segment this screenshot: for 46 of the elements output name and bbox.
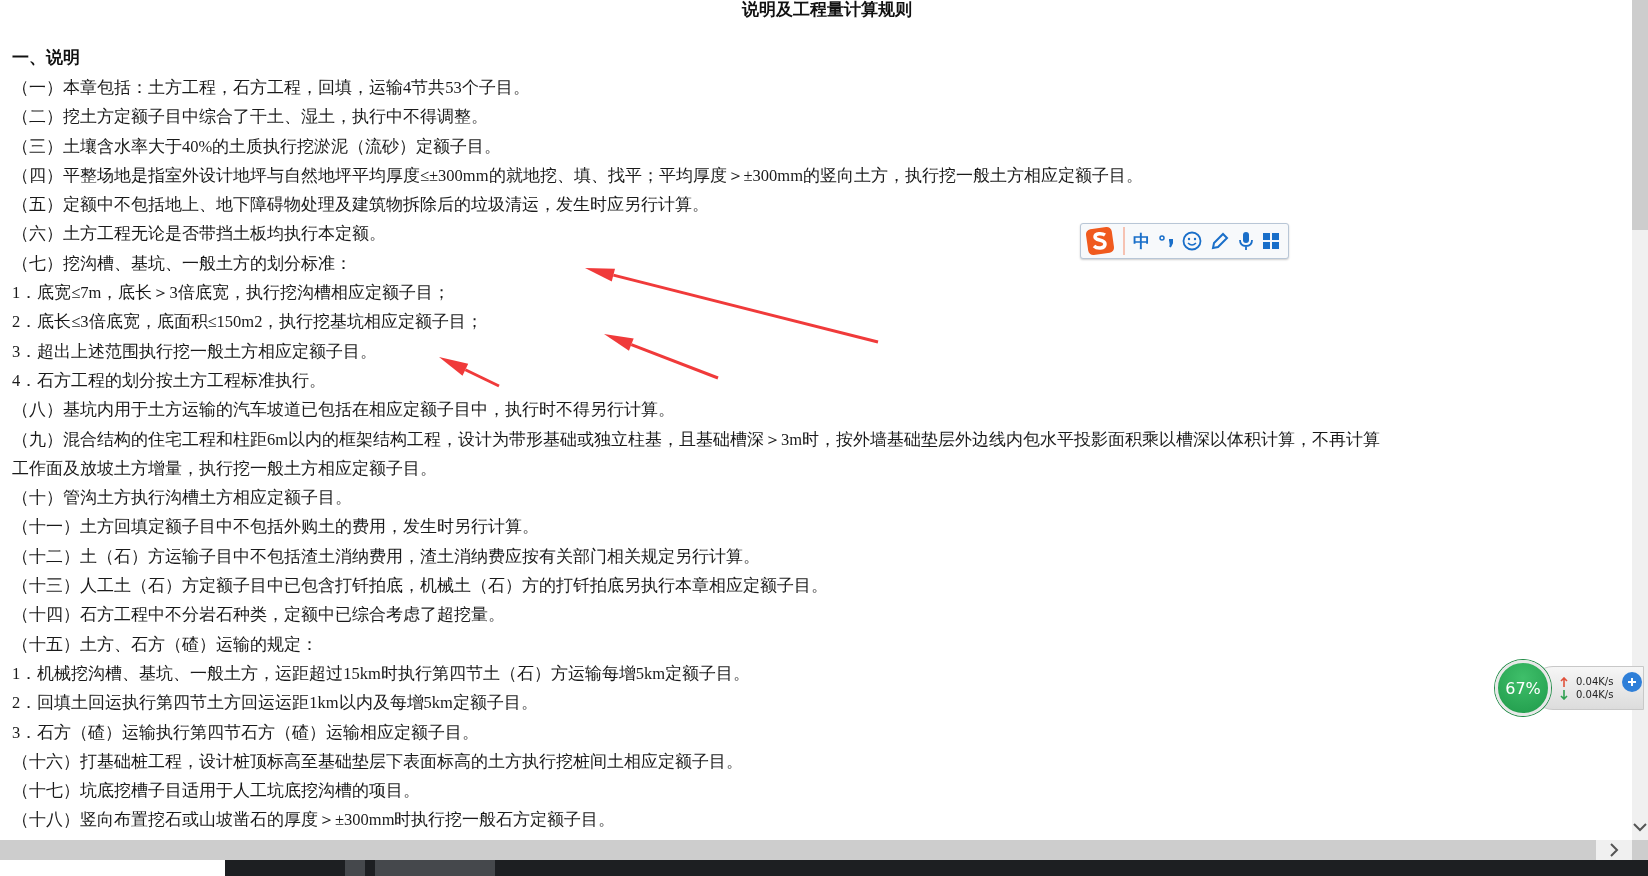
paragraph: （八）基坑内用于土方运输的汽车坡道已包括在相应定额子目中，执行时不得另行计算。 <box>12 400 675 420</box>
grid-icon[interactable] <box>1262 232 1280 250</box>
paragraph: （十六）打基础桩工程，设计桩顶标高至基础垫层下表面标高的土方执行挖桩间土相应定额子目。 <box>12 751 743 771</box>
paragraph: 2．底长≤3倍底宽，底面积≤150m2，执行挖基坑相应定额子目； <box>12 312 484 332</box>
punctuation-icon[interactable] <box>1158 233 1174 249</box>
paragraph: （十八）竖向布置挖石或山坡凿石的厚度＞±300mm时执行挖一般石方定额子目。 <box>12 810 616 830</box>
paragraph: 1．机械挖沟槽、基坑、一般土方，运距超过15km时执行第四节土（石）方运输每增5km定额子目。 <box>12 663 751 683</box>
document-title: 说明及工程量计算规则 <box>740 0 913 20</box>
scrollbar-thumb[interactable] <box>1632 0 1648 230</box>
paragraph: （十一）土方回填定额子目中不包括外购土的费用，发生时另行计算。 <box>12 517 539 537</box>
download-arrow-icon <box>1560 689 1568 700</box>
paragraph: （九）混合结构的住宅工程和柱距6m以内的框架结构工程，设计为带形基础或独立柱基，且基础槽深＞3m时，按外墙基础垫层外边线内包水平投影面积乘以槽深以体积计算，不再计算工作面及放坡土方增量，执行挖一般土方相应定额子目。 <box>12 429 1381 478</box>
paragraph: 2．回填土回运执行第四节土方回运运距1km以内及每增5km定额子目。 <box>12 693 538 713</box>
paragraph: （十二）土（石）方运输子目中不包括渣土消纳费用，渣土消纳费应按有关部门相关规定另行计算。 <box>12 546 760 566</box>
paragraph: （十七）坑底挖槽子目适用于人工坑底挖沟槽的项目。 <box>12 781 420 801</box>
paragraph: 1．底宽≤7m，底长＞3倍底宽，执行挖沟槽相应定额子目； <box>12 283 450 303</box>
chevron-right-icon <box>1609 843 1619 857</box>
vertical-scrollbar[interactable] <box>1632 0 1648 840</box>
paragraph: （一）本章包括：土方工程，石方工程，回填，运输4节共53个子目。 <box>12 78 530 97</box>
ime-logo-icon[interactable] <box>1085 226 1115 256</box>
smiley-icon[interactable] <box>1182 231 1202 251</box>
paragraph: （四）平整场地是指室外设计地坪与自然地坪平均厚度≤±300mm的就地挖、填、找平；平均厚度＞±300mm的竖向土方，执行挖一般土方相应定额子目。 <box>12 165 1143 185</box>
paragraph: （三）土壤含水率大于40%的土质执行挖淤泥（流砂）定额子目。 <box>12 136 502 156</box>
paragraph: （六）土方工程无论是否带挡土板均执行本定额。 <box>12 224 386 244</box>
paragraph: （十三）人工土（石）方定额子目中已包含打钎拍底，机械土（石）方的打钎拍底另执行本章相应定额子目。 <box>12 576 828 596</box>
upload-speed: 0.04K/s <box>1576 676 1614 687</box>
annotation-arrow <box>439 357 500 388</box>
paragraph: 3．超出上述范围执行挖一般土方相应定额子目。 <box>12 341 378 361</box>
pen-icon[interactable] <box>1210 231 1230 251</box>
scroll-right-button[interactable] <box>1596 840 1632 860</box>
input-mode-toggle[interactable]: 中 <box>1133 229 1150 253</box>
horizontal-scrollbar[interactable] <box>0 840 1648 860</box>
paragraph: （十五）土方、石方（碴）运输的规定： <box>12 634 318 654</box>
paragraph: （七）挖沟槽、基坑、一般土方的划分标准： <box>12 253 352 273</box>
download-speed: 0.04K/s <box>1576 689 1614 700</box>
paragraph: （五）定额中不包括地上、地下障碍物处理及建筑物拆除后的垃圾清运，发生时应另行计算。 <box>12 195 709 215</box>
paragraph: 4．石方工程的划分按土方工程标准执行。 <box>12 370 327 390</box>
upload-arrow-icon <box>1560 676 1568 687</box>
paragraph: （十四）石方工程中不分岩石种类，定额中已综合考虑了超挖量。 <box>12 605 505 625</box>
memory-usage-orb[interactable]: 67% <box>1495 660 1551 716</box>
section-heading: 一、说明 <box>12 47 81 69</box>
paragraph: （二）挖土方定额子目中综合了干土、湿土，执行中不得调整。 <box>12 107 488 127</box>
paragraph: 3．石方（碴）运输执行第四节石方（碴）运输相应定额子目。 <box>12 722 480 742</box>
microphone-icon[interactable] <box>1238 231 1254 251</box>
chevron-down-icon[interactable] <box>1633 822 1647 832</box>
paragraph: （十）管沟土方执行沟槽土方相应定额子目。 <box>12 488 352 508</box>
